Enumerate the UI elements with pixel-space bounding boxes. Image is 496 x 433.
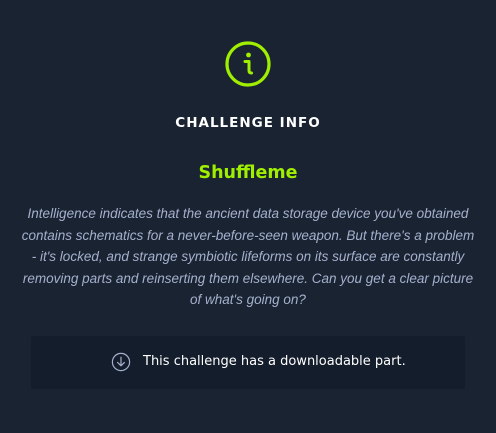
challenge-description: Intelligence indicates that the ancient …: [21, 206, 475, 307]
info-icon: [225, 41, 271, 87]
download-icon: [111, 352, 131, 372]
download-notice: This challenge has a downloadable part.: [31, 336, 465, 389]
modal-title: CHALLENGE INFO: [175, 115, 321, 131]
download-notice-text: This challenge has a downloadable part.: [143, 354, 406, 369]
challenge-info-modal: CHALLENGE INFO Shuffleme Intelligence in…: [0, 0, 496, 433]
challenge-name: Shuffleme: [198, 163, 298, 183]
